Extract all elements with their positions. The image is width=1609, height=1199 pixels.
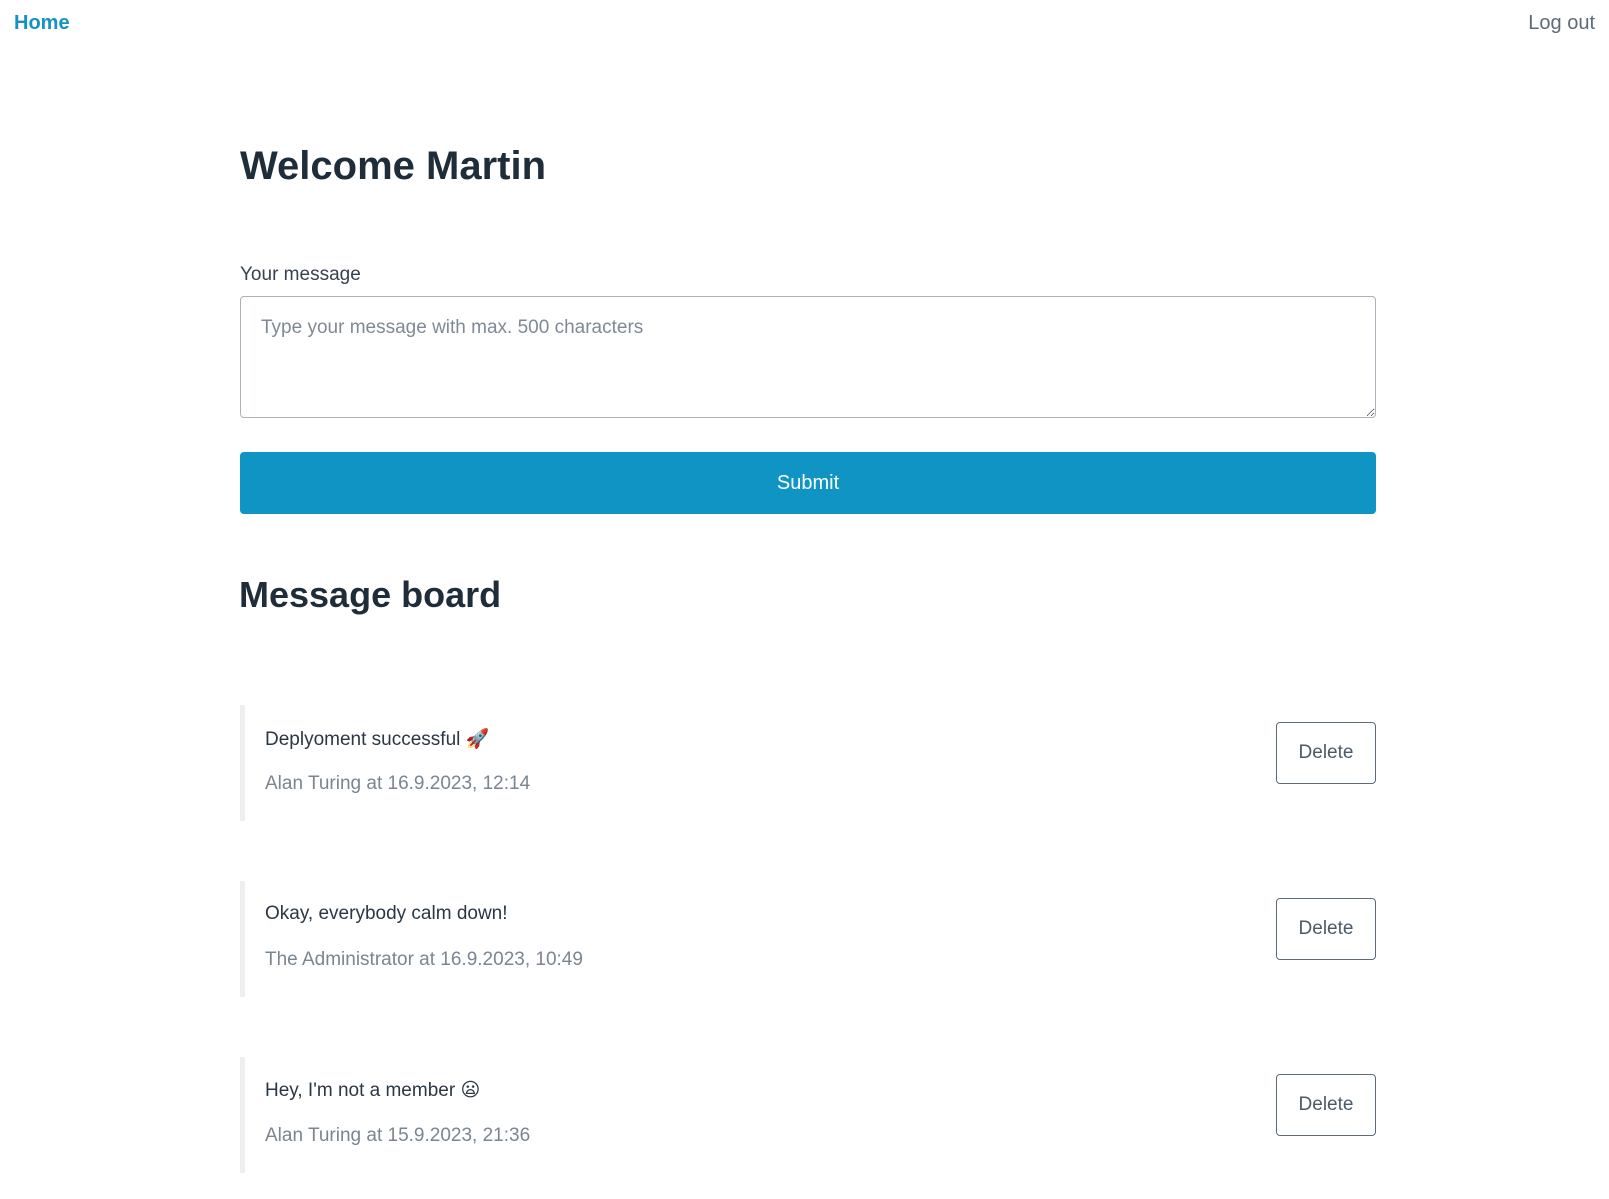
message-item: Deplyoment successful 🚀 Alan Turing at 1… <box>240 705 1376 821</box>
logout-link[interactable]: Log out <box>1528 12 1595 35</box>
top-navigation: Home Log out <box>0 0 1609 52</box>
message-text: Hey, I'm not a member 😦 <box>265 1080 481 1101</box>
message-board-title: Message board <box>239 574 502 615</box>
message-input[interactable] <box>240 296 1376 418</box>
delete-button[interactable]: Delete <box>1276 898 1376 960</box>
message-meta: The Administrator at 16.9.2023, 10:49 <box>265 949 583 970</box>
message-label: Your message <box>240 264 361 285</box>
message-text: Okay, everybody calm down! <box>265 903 508 924</box>
message-text: Deplyoment successful 🚀 <box>265 729 490 750</box>
submit-button[interactable]: Submit <box>240 452 1376 514</box>
message-item: Hey, I'm not a member 😦 Alan Turing at 1… <box>240 1057 1376 1173</box>
home-link[interactable]: Home <box>14 12 70 35</box>
message-item: Okay, everybody calm down! The Administr… <box>240 881 1376 997</box>
delete-button[interactable]: Delete <box>1276 722 1376 784</box>
delete-button[interactable]: Delete <box>1276 1074 1376 1136</box>
message-meta: Alan Turing at 16.9.2023, 12:14 <box>265 773 531 794</box>
message-meta: Alan Turing at 15.9.2023, 21:36 <box>265 1125 531 1146</box>
page-title: Welcome Martin <box>240 144 546 188</box>
